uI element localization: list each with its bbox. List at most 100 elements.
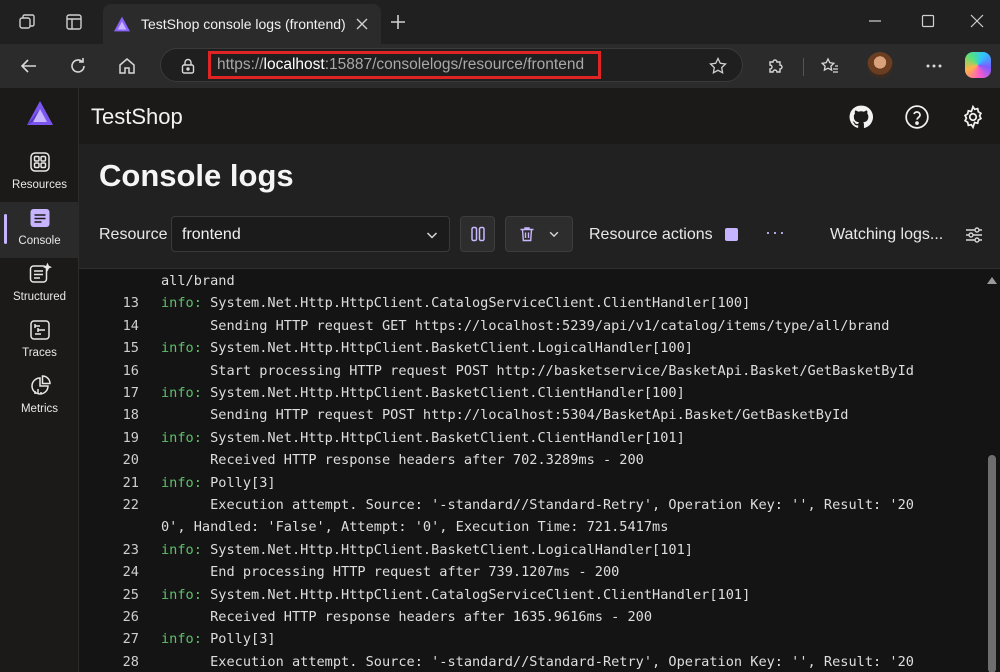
log-line-number: 23 [122,541,139,558]
resource-select[interactable]: frontend [171,216,450,252]
more-actions-icon[interactable]: ··· [765,222,786,243]
extensions-icon[interactable] [762,52,790,80]
console-logs-page: Console logs Resource frontend Resource … [79,144,1000,672]
log-message: all/brand [161,273,235,289]
log-line: 23 info: System.Net.Http.HttpClient.Baske… [79,542,984,565]
minimize-icon[interactable] [860,8,890,34]
log-line: 19 info: System.Net.Http.HttpClient.Baske… [79,430,984,453]
log-level: info: [161,295,202,312]
sidebar-item-label: Metrics [20,403,59,415]
favorites-icon[interactable] [816,52,844,80]
page-title: Console logs [99,158,294,193]
log-line-text: Start processing HTTP request POST http:… [161,363,914,379]
copilot-icon[interactable] [965,52,991,78]
home-icon[interactable] [113,52,141,80]
log-line: 18 Sending HTTP request POST http://loca… [79,407,984,430]
address-bar[interactable]: https://localhost:15887/consolelogs/reso… [160,48,743,82]
log-line-text: End processing HTTP request after 739.12… [161,564,619,580]
sidebar-item-structured[interactable]: Structured [0,258,79,314]
log-level: info: [161,586,202,603]
log-viewer[interactable]: all/brand 13 info: System.Net.Http.HttpCli… [79,268,1000,672]
log-line-number: 18 [122,407,139,424]
log-level: info: [161,474,202,491]
pause-button[interactable] [460,216,495,252]
log-scrollbar[interactable] [984,269,1000,672]
log-line-number: 19 [122,429,139,446]
resource-label: Resource [99,226,168,243]
sidebar-item-console[interactable]: Console [0,202,79,258]
log-line-number: 13 [122,295,139,312]
log-line-number: 25 [122,586,139,603]
log-message: 0', Handled: 'False', Attempt: '0', Exec… [161,519,669,536]
sidebar-item-label: Resources [12,179,67,191]
aspire-logo-icon[interactable] [26,100,54,126]
log-message: System.Net.Http.HttpClient.CatalogServic… [201,295,751,312]
log-message: Polly[3] [201,474,276,491]
log-line: 14 Sending HTTP request GET https://loca… [79,318,984,341]
more-icon[interactable] [920,52,948,80]
browser-tab-bar: TestShop console logs (frontend) [0,0,1000,44]
url-scheme: https:// [217,56,264,73]
back-icon[interactable] [15,52,43,80]
clear-logs-button[interactable] [505,216,573,252]
log-message: Sending HTTP request GET https://localho… [161,317,890,334]
log-line-text: Sending HTTP request GET https://localho… [161,318,889,334]
close-tab-icon[interactable] [353,15,371,33]
log-line-text: 0', Handled: 'False', Attempt: '0', Exec… [161,519,668,535]
profile-avatar[interactable] [867,52,893,78]
stop-resource-icon[interactable] [725,228,738,241]
github-icon[interactable] [848,104,874,130]
scroll-thumb[interactable] [988,455,996,672]
log-line-number: 15 [122,340,139,357]
tab-actions-icon[interactable] [62,10,86,34]
log-line-number: 16 [122,362,139,379]
maximize-icon[interactable] [913,8,943,34]
traces-icon [29,320,50,340]
log-message: Polly[3] [201,631,276,648]
sidebar: Resources Console Structured Traces Metr… [0,88,79,672]
log-message: System.Net.Http.HttpClient.BasketClient.… [201,429,685,446]
log-message: System.Net.Http.HttpClient.BasketClient.… [201,340,693,357]
log-line-text: info: System.Net.Http.HttpClient.BasketC… [161,430,685,446]
aspire-tab-icon [114,16,130,32]
log-message: End processing HTTP request after 739.12… [161,564,620,581]
log-line-text: info: Polly[3] [161,631,276,647]
sidebar-item-resources[interactable]: Resources [0,146,79,202]
scroll-up-arrow-icon[interactable] [987,277,997,284]
log-line: 16 Start processing HTTP request POST ht… [79,363,984,386]
settings-gear-icon[interactable] [960,104,986,130]
log-line-text: Received HTTP response headers after 163… [161,609,652,625]
workspaces-icon[interactable] [15,10,39,34]
sidebar-item-metrics[interactable]: Metrics [0,370,79,426]
log-line-text: all/brand [161,273,235,289]
refresh-icon[interactable] [64,52,92,80]
log-message: Sending HTTP request POST http://localho… [161,407,849,424]
log-line: 13 info: System.Net.Http.HttpClient.Catal… [79,295,984,318]
toolbar-divider [803,58,804,76]
log-message: Received HTTP response headers after 163… [161,609,653,625]
log-line-number: 17 [122,385,139,401]
resources-icon [29,152,50,172]
log-message: Execution attempt. Source: '-standard//S… [161,497,914,513]
close-window-icon[interactable] [962,8,992,34]
log-line-number: 27 [122,631,139,648]
log-line: 15 info: System.Net.Http.HttpClient.Baske… [79,340,984,363]
log-level: info: [161,541,202,558]
log-line-number: 20 [122,452,139,469]
favorite-star-icon[interactable] [708,56,728,76]
log-line: 24 End processing HTTP request after 739… [79,564,984,587]
lock-icon[interactable] [179,57,197,75]
sidebar-item-label: Structured [12,291,67,303]
filter-settings-icon[interactable] [963,224,985,246]
active-tab[interactable]: TestShop console logs (frontend) [103,4,381,44]
log-message: System.Net.Http.HttpClient.CatalogServic… [201,586,751,603]
help-icon[interactable] [904,104,930,130]
resource-select-value: frontend [182,226,241,243]
log-line-number: 22 [122,497,139,513]
log-level: info: [161,631,202,648]
url-highlight[interactable]: https://localhost:15887/consolelogs/reso… [208,51,601,79]
new-tab-icon[interactable] [386,10,410,34]
resource-actions-label: Resource actions [589,226,713,243]
sidebar-item-traces[interactable]: Traces [0,314,79,370]
log-line-text: info: System.Net.Http.HttpClient.BasketC… [161,385,685,401]
